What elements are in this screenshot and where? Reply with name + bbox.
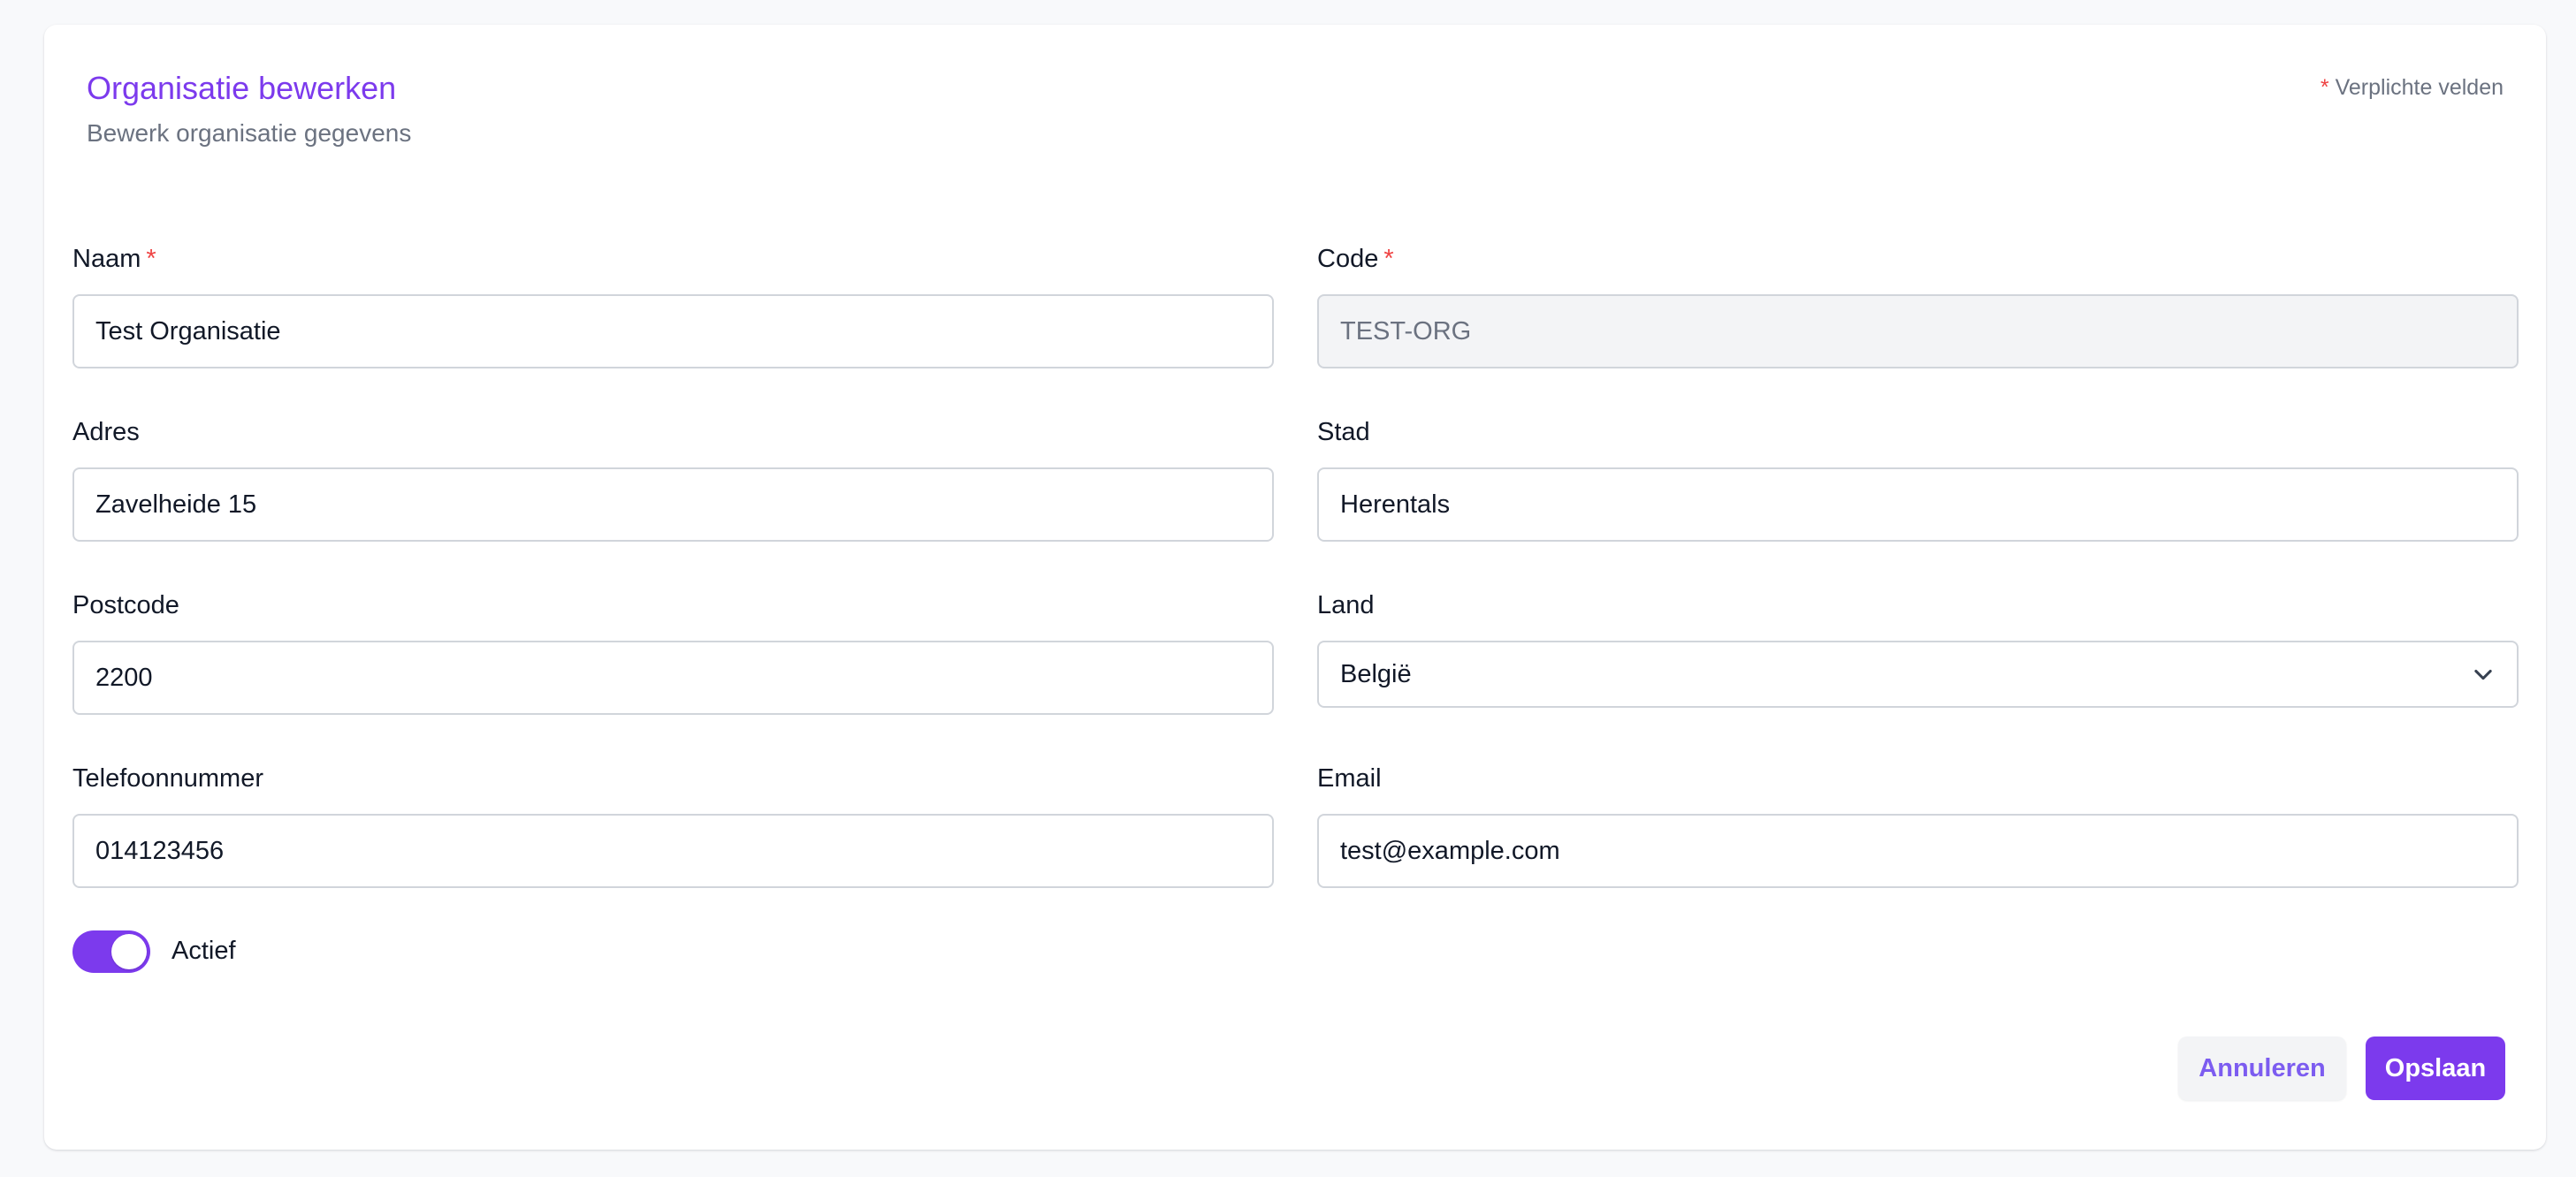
naam-label: Naam * [72, 244, 156, 275]
actief-label: Actief [171, 937, 236, 965]
naam-value: Test Organisatie [95, 316, 281, 346]
stad-label: Stad [1317, 418, 1370, 446]
postcode-input[interactable]: 2200 [72, 641, 1274, 715]
page-subtitle: Bewerk organisatie gegevens [87, 119, 412, 147]
page-title: Organisatie bewerken [87, 70, 397, 106]
stad-input[interactable]: Herentals [1317, 467, 2519, 542]
code-required-star: * [1383, 245, 1394, 273]
telefoon-label: Telefoonnummer [72, 764, 263, 793]
postcode-value: 2200 [95, 663, 153, 692]
naam-label-text: Naam [72, 245, 141, 273]
email-input[interactable]: test@example.com [1317, 814, 2519, 888]
land-label: Land [1317, 591, 1375, 619]
code-value: TEST-ORG [1340, 316, 1472, 346]
adres-label: Adres [72, 418, 140, 446]
telefoon-input[interactable]: 014123456 [72, 814, 1274, 888]
edit-organisation-card: Organisatie bewerken Bewerk organisatie … [44, 25, 2546, 1150]
naam-input[interactable]: Test Organisatie [72, 294, 1274, 368]
land-select[interactable]: België [1317, 641, 2519, 708]
required-fields-note: * Verplichte velden [2321, 74, 2504, 101]
adres-value: Zavelheide 15 [95, 490, 257, 519]
email-label: Email [1317, 764, 1382, 793]
cancel-button[interactable]: Annuleren [2178, 1037, 2346, 1100]
email-value: test@example.com [1340, 836, 1560, 865]
naam-required-star: * [146, 245, 156, 273]
adres-input[interactable]: Zavelheide 15 [72, 467, 1274, 542]
toggle-knob [111, 934, 147, 969]
required-star: * [2320, 75, 2329, 100]
code-label: Code * [1317, 244, 1394, 275]
code-input: TEST-ORG [1317, 294, 2519, 368]
actief-toggle[interactable] [72, 930, 150, 973]
code-label-text: Code [1317, 245, 1379, 273]
stad-value: Herentals [1340, 490, 1451, 519]
chevron-down-icon [2474, 669, 2492, 680]
save-button[interactable]: Opslaan [2366, 1037, 2505, 1100]
required-fields-text: Verplichte velden [2335, 75, 2504, 100]
telefoon-value: 014123456 [95, 836, 225, 865]
postcode-label: Postcode [72, 591, 179, 619]
land-value: België [1340, 659, 1412, 688]
